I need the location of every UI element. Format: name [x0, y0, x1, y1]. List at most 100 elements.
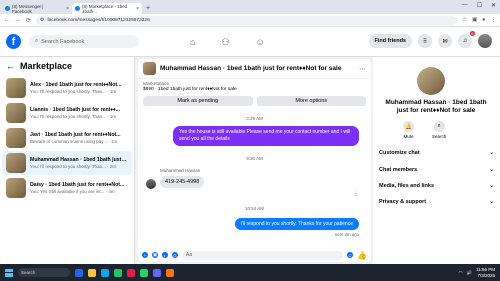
chat-list-item-daisy[interactable]: Daisy · 1bed 1bath just for rent♦♦Not...…: [2, 176, 132, 200]
app-icon[interactable]: [127, 268, 135, 277]
forward-icon[interactable]: →: [15, 17, 21, 23]
cursor-hand-icon: ☝: [353, 192, 357, 198]
message-bubble-incoming[interactable]: 419-245-4998: [160, 176, 205, 188]
profile-icon[interactable]: ●: [482, 17, 485, 23]
app-icon[interactable]: [153, 268, 161, 277]
gif-icon[interactable]: G: [172, 252, 178, 258]
chat-list-item-liannis[interactable]: Liannis · 1bed 1bath just for rent♦♦... …: [2, 101, 132, 125]
sender-name: Muhammad Hassan: [160, 168, 201, 173]
reload-icon[interactable]: ⟳: [26, 17, 31, 24]
notification-badge: 6: [469, 31, 475, 36]
chat-name: Liannis · 1bed 1bath just for rent♦♦...: [30, 106, 121, 113]
chevron-down-icon: ⌄: [489, 167, 494, 173]
find-friends-button[interactable]: Find friends: [368, 34, 412, 48]
file-explorer-icon[interactable]: [88, 268, 96, 277]
tab-label: (8) Marketplace - 1bed 1bath...: [82, 3, 128, 14]
chat-list-item-muhammad-hassan[interactable]: Muhammad Hassan · 1bed 1bath just f... Y…: [2, 151, 132, 175]
home-icon[interactable]: ⌂: [190, 37, 195, 47]
volume-icon[interactable]: 🔊: [466, 270, 472, 276]
sticker-icon[interactable]: ◐: [162, 252, 168, 258]
bell-icon: 🔔: [403, 121, 414, 132]
notifications-icon[interactable]: ♫ 6: [458, 31, 475, 48]
listing-photo: [417, 67, 445, 95]
wifi-icon[interactable]: ◠: [459, 270, 463, 276]
listing-price[interactable]: $690 · 1bed 1bath just for rent♦♦Not for…: [143, 87, 366, 92]
search-input[interactable]: ⌕ Search Facebook: [29, 35, 139, 48]
chat-list-item-alex[interactable]: Alex · 1bed 1bath just for rent♦♦Not... …: [2, 76, 132, 100]
back-arrow-icon[interactable]: ←: [6, 61, 15, 71]
windows-start-icon[interactable]: [5, 268, 13, 277]
chevron-down-icon: ⌄: [489, 199, 494, 205]
mute-label: Mute: [403, 134, 414, 139]
search-placeholder: Search Facebook: [41, 38, 85, 45]
task-view-icon[interactable]: [75, 268, 83, 277]
timestamp: 10:54 AM: [244, 206, 264, 211]
edge-icon[interactable]: [101, 268, 109, 277]
chat-name: Muhammad Hassan · 1bed 1bath just f...: [30, 156, 128, 163]
groups-icon[interactable]: ☺: [256, 37, 265, 47]
window-controls: — ☐ ✕: [462, 2, 496, 9]
menu-grid-icon[interactable]: ⠿: [418, 34, 432, 48]
close-tab-icon[interactable]: ×: [66, 6, 69, 12]
search-icon: ⌕: [433, 121, 445, 132]
extensions-icon[interactable]: ▣: [472, 17, 477, 23]
chat-preview: Beware of common scams using pay... · 1m: [30, 139, 118, 145]
facebook-logo-icon[interactable]: f: [6, 34, 21, 49]
message-input[interactable]: Aa: [182, 250, 344, 260]
app-icon[interactable]: [166, 268, 174, 277]
listing-thumbnail: [6, 128, 26, 148]
messenger-favicon-icon: [5, 6, 10, 11]
section-label: Customize chat: [379, 150, 420, 156]
back-icon[interactable]: ←: [4, 17, 10, 23]
account-avatar[interactable]: [478, 34, 492, 48]
menu-dots-icon[interactable]: ⋮: [491, 17, 497, 23]
whatsapp-icon[interactable]: [140, 268, 148, 277]
more-options-button[interactable]: More options: [256, 96, 366, 106]
close-window-icon[interactable]: ✕: [491, 2, 496, 9]
sender-avatar[interactable]: [146, 179, 156, 189]
privacy-support-section[interactable]: Privacy & support ⌄: [379, 199, 494, 205]
search-conversation-button[interactable]: ⌕ Search: [432, 121, 446, 139]
clock[interactable]: 11:56 PM 7/3/2025: [476, 267, 495, 278]
minimize-icon[interactable]: —: [462, 2, 468, 9]
close-tab-icon[interactable]: ×: [136, 6, 139, 12]
url-bar[interactable]: ⚙ facebook.com/messages/t/10008712325873…: [36, 15, 458, 25]
clock-time: 11:56 PM: [476, 267, 495, 273]
browser-tab-marketplace[interactable]: (8) Marketplace - 1bed 1bath... ×: [72, 3, 142, 14]
like-icon[interactable]: 👍: [357, 251, 367, 260]
taskbar-search[interactable]: Search: [18, 268, 70, 277]
chat-list-item-javi[interactable]: Javi · 1bed 1bath just for rent♦♦Not... …: [2, 126, 132, 150]
details-title: Muhammad Hassan · 1bed 1bath just for re…: [385, 99, 487, 115]
browser-tab-strip: (8) Messenger | Facebook × (8) Marketpla…: [0, 0, 500, 14]
main-nav: ⌂ ⚇ ☺: [190, 27, 265, 57]
new-tab-button[interactable]: +: [142, 3, 154, 14]
customize-chat-section[interactable]: Customize chat ⌄: [379, 150, 494, 156]
message-bubble-outgoing[interactable]: I'll respond to you shortly. Thanks for …: [234, 218, 359, 230]
chat-preview: You: I'll respond to you shortly. Than..…: [30, 89, 117, 95]
messenger-icon[interactable]: ✉: [438, 34, 452, 48]
media-files-links-section[interactable]: Media, files and links ⌄: [379, 183, 494, 189]
section-label: Media, files and links: [379, 183, 435, 189]
image-icon[interactable]: ▣: [152, 252, 158, 258]
chrome-icon[interactable]: [114, 268, 122, 277]
more-icon[interactable]: ⋯: [359, 65, 366, 73]
browser-tab-messenger[interactable]: (8) Messenger | Facebook ×: [2, 3, 72, 14]
listing-thumbnail: [6, 103, 26, 123]
chat-name: Daisy · 1bed 1bath just for rent♦♦Not...: [30, 181, 125, 188]
mark-as-pending-button[interactable]: Mark as pending: [143, 96, 253, 106]
plus-icon[interactable]: +: [142, 252, 148, 258]
bookmark-star-icon[interactable]: ☆: [462, 17, 467, 23]
site-info-icon[interactable]: ⚙: [40, 18, 44, 23]
windows-taskbar: Search ◠ 🔊 11:56 PM 7/3/2025: [0, 264, 500, 281]
friends-icon[interactable]: ⚇: [221, 37, 229, 48]
conversation-header: Muhammad Hassan · 1bed 1bath just for re…: [138, 59, 371, 79]
maximize-icon[interactable]: ☐: [477, 2, 482, 9]
message-bubble-outgoing[interactable]: Yes the house is still available Please …: [173, 126, 359, 146]
chat-name: Alex · 1bed 1bath just for rent♦♦Not...: [30, 81, 122, 88]
marketplace-chat-list: ← Marketplace Alex · 1bed 1bath just for…: [0, 57, 135, 264]
search-label: Search: [432, 134, 447, 139]
mute-button[interactable]: 🔔 Mute: [403, 121, 414, 139]
chat-members-section[interactable]: Chat members ⌄: [379, 167, 494, 173]
conversation-title[interactable]: Muhammad Hassan · 1bed 1bath just for re…: [160, 65, 341, 72]
emoji-icon[interactable]: ☺: [347, 252, 354, 258]
